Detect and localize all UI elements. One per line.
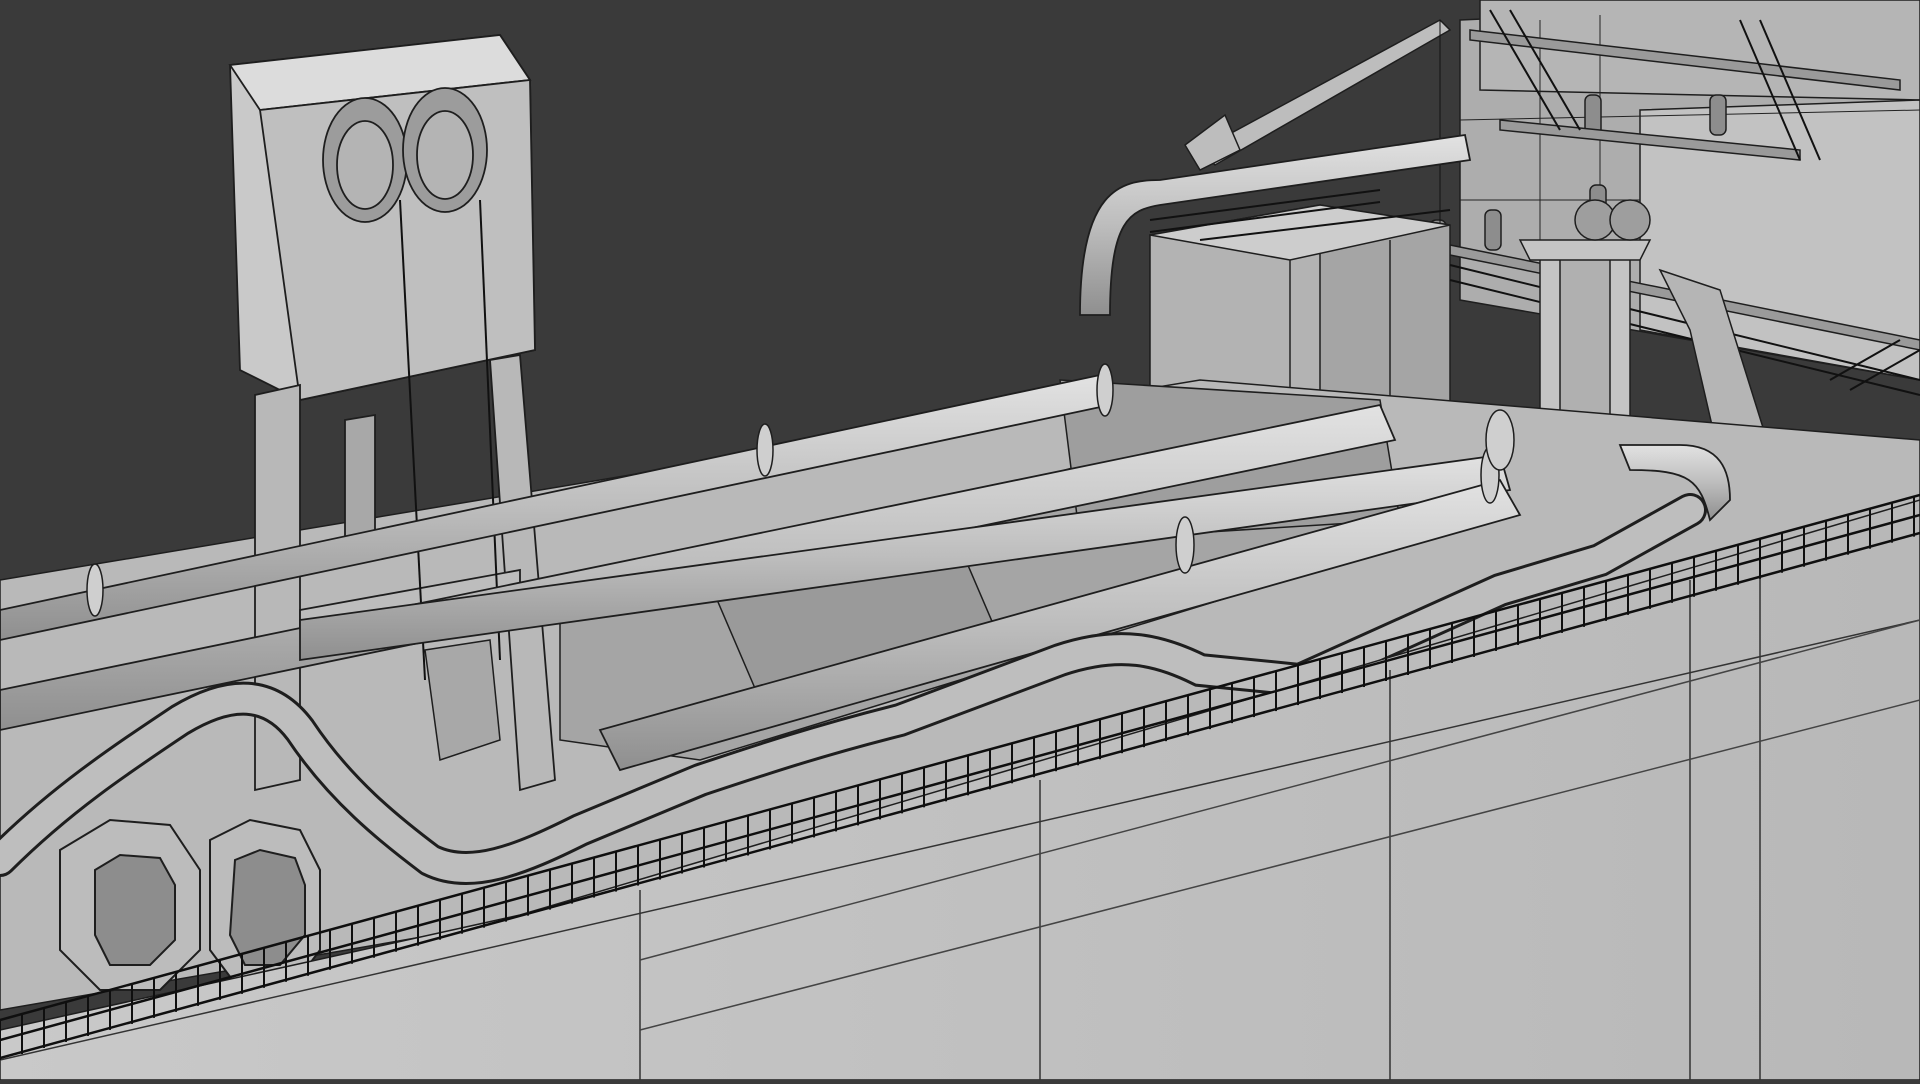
3d-viewport[interactable]	[0, 0, 1920, 1081]
ship-model-render	[0, 0, 1920, 1081]
